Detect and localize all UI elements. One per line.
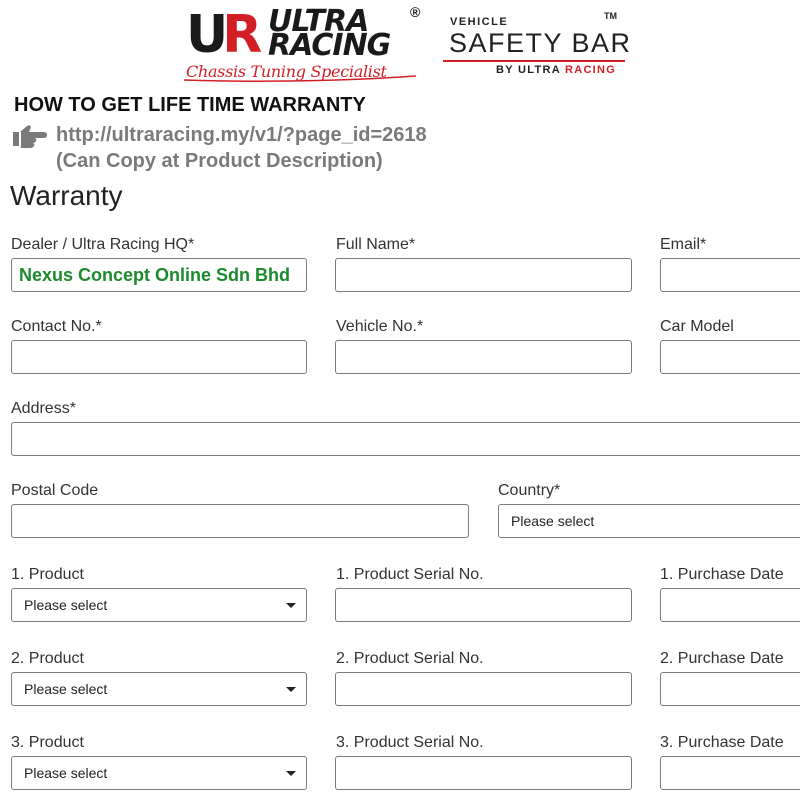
product-1-label: 1. Product xyxy=(11,566,84,583)
product-1-date-field[interactable] xyxy=(660,588,800,622)
safety-bar-divider xyxy=(443,60,625,62)
car-model-field[interactable] xyxy=(660,340,800,374)
vehicle-no-field[interactable] xyxy=(335,340,632,374)
form-title: Warranty xyxy=(10,180,123,211)
address-label: Address* xyxy=(11,400,76,417)
product-3-date-label: 3. Purchase Date xyxy=(660,734,784,751)
copy-note: (Can Copy at Product Description) xyxy=(56,150,383,172)
product-3-date-field[interactable] xyxy=(660,756,800,790)
chevron-down-icon xyxy=(286,687,296,692)
product-1-serial-field[interactable] xyxy=(335,588,632,622)
email-label: Email* xyxy=(660,236,707,253)
product-1-select[interactable]: Please select xyxy=(11,588,307,622)
vehicle-no-label: Vehicle No.* xyxy=(336,318,424,335)
warranty-url[interactable]: http://ultraracing.my/v1/?page_id=2618 xyxy=(56,124,427,147)
contact-label: Contact No.* xyxy=(11,318,102,335)
product-2-select[interactable]: Please select xyxy=(11,672,307,706)
product-3-serial-field[interactable] xyxy=(335,756,632,790)
product-2-serial-field[interactable] xyxy=(335,672,632,706)
product-2-date-label: 2. Purchase Date xyxy=(660,650,784,667)
product-3-select[interactable]: Please select xyxy=(11,756,307,790)
postal-code-field[interactable] xyxy=(11,504,469,538)
safety-bar-vehicle: VEHICLE xyxy=(450,16,509,28)
safety-bar-title: SAFETY BAR xyxy=(449,28,632,58)
safety-bar-byline: BY ULTRA RACING xyxy=(496,64,617,76)
postal-code-label: Postal Code xyxy=(11,482,99,499)
brand-tagline: Chassis Tuning Specialist xyxy=(186,62,387,81)
chevron-down-icon xyxy=(286,603,296,608)
full-name-field[interactable] xyxy=(335,258,632,292)
warranty-instructions-heading: HOW TO GET LIFE TIME WARRANTY xyxy=(14,94,366,116)
email-field[interactable] xyxy=(660,258,800,292)
country-label: Country* xyxy=(498,482,561,499)
full-name-label: Full Name* xyxy=(336,236,416,253)
product-3-serial-label: 3. Product Serial No. xyxy=(336,734,484,751)
product-2-label: 2. Product xyxy=(11,650,84,667)
country-select[interactable]: Please select xyxy=(498,504,800,538)
contact-field[interactable] xyxy=(11,340,307,374)
product-2-date-field[interactable] xyxy=(660,672,800,706)
product-1-serial-label: 1. Product Serial No. xyxy=(336,566,484,583)
safety-bar-tm: TM xyxy=(604,11,617,21)
product-3-label: 3. Product xyxy=(11,734,84,751)
hand-pointing-right-icon xyxy=(13,125,47,148)
brand-racing: RACING xyxy=(268,28,391,63)
registered-mark: ® xyxy=(410,4,421,20)
product-2-serial-label: 2. Product Serial No. xyxy=(336,650,484,667)
chevron-down-icon xyxy=(286,771,296,776)
car-model-label: Car Model xyxy=(660,318,734,335)
dealer-label: Dealer / Ultra Racing HQ* xyxy=(11,236,195,253)
address-field[interactable] xyxy=(11,422,800,456)
product-1-date-label: 1. Purchase Date xyxy=(660,566,784,583)
ur-monogram: UR xyxy=(186,5,262,65)
dealer-field[interactable]: Nexus Concept Online Sdn Bhd xyxy=(11,258,307,292)
